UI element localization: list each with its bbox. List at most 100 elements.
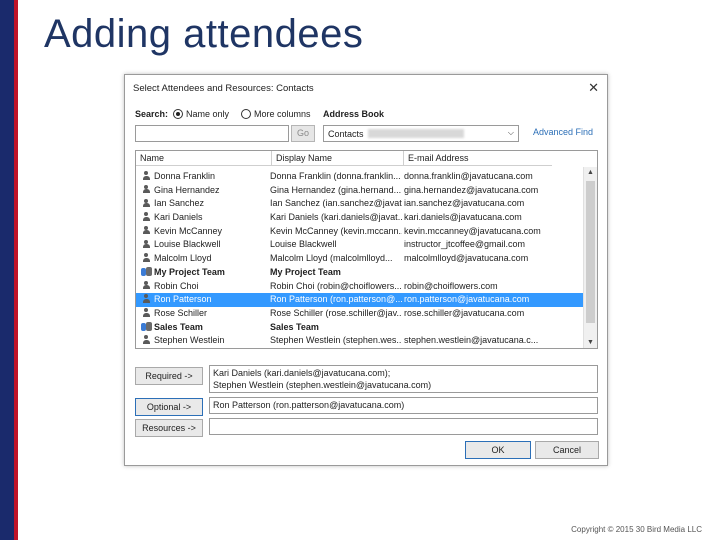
contact-person-icon [142,184,151,194]
table-row[interactable]: Kevin McCanney Kevin McCanney (kevin.mcca… [136,225,584,239]
copyright-text: Copyright © 2015 30 Bird Media LLC [571,525,702,534]
table-row[interactable]: Louise Blackwell Louise Blackwell instruct… [136,238,584,252]
required-attendee: Stephen Westlein (stephen.westlein@javat… [213,379,432,390]
optional-field[interactable]: Ron Patterson (ron.patterson@javatucana.… [209,397,598,414]
scroll-down-icon[interactable]: ▼ [584,337,597,348]
radio-name-only[interactable]: Name only [173,109,229,119]
contacts-rows: Donna Franklin Donna Franklin (donna.fran… [136,170,584,348]
required-field[interactable]: Kari Daniels (kari.daniels@javatucana.co… [209,365,598,393]
contact-person-icon [142,198,151,208]
table-row[interactable]: Ian Sanchez Ian Sanchez (ian.sanchez@java… [136,197,584,211]
contact-person-icon [142,308,151,317]
contact-person-icon [142,335,151,344]
radio-more-columns[interactable]: More columns [241,109,311,119]
list-scrollbar[interactable]: ▲ ▼ [583,167,597,348]
column-header-display-name[interactable]: Display Name [272,151,404,166]
contact-name: Kari Daniels [154,212,203,223]
contact-email: gina.hernandez@javatucana.com [404,184,539,195]
contact-email: malcolmlloyd@javatucana.com [404,253,529,264]
contact-email: stephen.westlein@javatucana.c... [404,335,539,346]
contact-display-name: Stephen Westlein (stephen.wes... [270,335,402,346]
table-row[interactable]: Gina Hernandez Gina Hernandez (gina.herna… [136,184,584,198]
contact-person-icon [142,225,151,235]
contact-group-icon [140,266,152,276]
cancel-button[interactable]: Cancel [535,441,599,459]
table-row[interactable]: Sales Team Sales Team [136,321,584,335]
radio-unselected-icon [241,109,251,119]
address-book-label: Address Book [323,109,385,119]
column-header-email[interactable]: E-mail Address [404,151,552,166]
slide-accent-bar [0,0,18,540]
contact-name: Kevin McCanney [154,225,223,236]
contact-person-icon [142,239,151,249]
contact-email: rose.schiller@javatucana.com [404,307,525,318]
contact-email: ron.patterson@javatucana.com [404,294,530,305]
optional-attendee: Ron Patterson (ron.patterson@javatucana.… [213,400,405,410]
chevron-down-icon: ⌵ [507,128,514,137]
contact-email: kari.daniels@javatucana.com [404,212,522,223]
contacts-list[interactable]: Name Display Name E-mail Address Donna F… [135,150,598,349]
table-row[interactable]: Kari Daniels Kari Daniels (kari.daniels@j… [136,211,584,225]
advanced-find-link[interactable]: Advanced Find [533,127,593,137]
contact-display-name: Ian Sanchez (ian.sanchez@javat... [270,198,402,209]
contact-email: ian.sanchez@javatucana.com [404,198,525,209]
scroll-up-icon[interactable]: ▲ [584,167,597,179]
column-header-name[interactable]: Name [136,151,272,166]
select-attendees-dialog: Select Attendees and Resources: Contacts… [124,74,608,466]
search-input[interactable] [135,125,289,142]
contact-email: donna.franklin@javatucana.com [404,171,533,181]
go-button[interactable]: Go [291,125,315,142]
required-button[interactable]: Required -> [135,367,203,385]
scroll-thumb[interactable] [586,181,595,323]
optional-button[interactable]: Optional -> [135,398,203,416]
contact-person-icon [142,280,151,290]
table-row[interactable]: Malcolm Lloyd Malcolm Lloyd (malcolmlloyd… [136,252,584,266]
required-attendee: Kari Daniels (kari.daniels@javatucana.co… [213,368,391,378]
radio-name-only-label: Name only [186,109,230,119]
contact-name: Rose Schiller [154,307,208,318]
search-label: Search: [135,109,169,119]
contact-name: Stephen Westlein [154,335,225,346]
table-row[interactable]: Stephen Westlein Stephen Westlein (stephe… [136,334,584,348]
contact-display-name: Donna Franklin (donna.franklin... [270,171,401,181]
ok-button[interactable]: OK [465,441,531,459]
address-book-select[interactable]: Contacts ⌵ [323,125,519,142]
contact-person-icon [142,212,151,221]
contact-name: Ron Patterson [154,294,212,305]
contact-name: Gina Hernandez [154,184,220,195]
table-row[interactable]: Ron Patterson Ron Patterson (ron.patterso… [136,293,584,307]
contact-display-name: Louise Blackwell [270,239,337,250]
contact-display-name: Malcolm Lloyd (malcolmlloyd... [270,253,393,264]
contact-display-name: Kari Daniels (kari.daniels@javat... [270,212,402,223]
close-icon[interactable]: ✕ [588,80,599,96]
resources-field[interactable] [209,418,598,435]
resources-button[interactable]: Resources -> [135,419,203,437]
contact-name: Louise Blackwell [154,239,221,250]
contact-email: robin@choiflowers.com [404,280,498,291]
dialog-title: Select Attendees and Resources: Contacts [133,83,314,94]
contact-display-name: Kevin McCanney (kevin.mccann... [270,225,402,236]
radio-selected-icon [173,109,183,119]
contact-display-name: Gina Hernandez (gina.hernand... [270,184,402,195]
table-row[interactable]: My Project Team My Project Team [136,266,584,280]
contact-name: Sales Team [154,321,203,332]
contact-name: My Project Team [154,266,225,277]
contact-name: Donna Franklin [154,171,216,181]
slide-title: Adding attendees [44,12,364,56]
contact-person-icon [142,294,151,303]
contact-display-name: Ron Patterson (ron.patterson@... [270,294,402,305]
contact-name: Robin Choi [154,280,199,291]
contact-email: kevin.mccanney@javatucana.com [404,225,541,236]
contact-person-icon [142,171,151,180]
contact-display-name: Rose Schiller (rose.schiller@jav... [270,307,402,318]
table-row[interactable]: Robin Choi Robin Choi (robin@choiflowers.… [136,280,584,294]
contact-email: instructor_jtcoffee@gmail.com [404,239,526,250]
table-row[interactable]: Rose Schiller Rose Schiller (rose.schille… [136,307,584,321]
contact-name: Ian Sanchez [154,198,205,209]
table-row[interactable]: Donna Franklin Donna Franklin (donna.fran… [136,170,584,184]
contact-name: Malcolm Lloyd [154,253,212,264]
address-book-value: Contacts [328,129,364,139]
contact-display-name: Sales Team [270,321,319,332]
contact-group-icon [140,321,152,331]
contact-display-name: My Project Team [270,266,341,277]
